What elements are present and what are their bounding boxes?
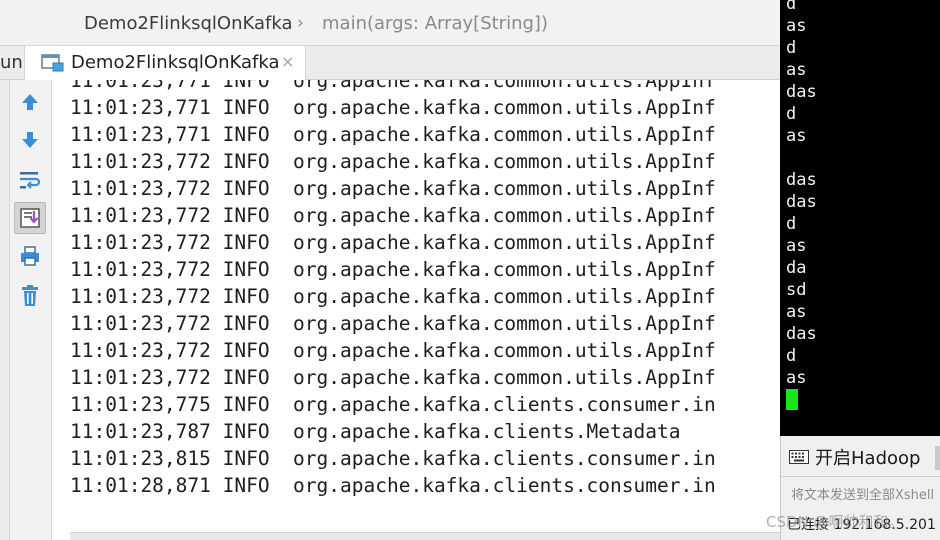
log-line: 11:01:23,772 INFO org.apache.kafka.commo… [70,312,716,335]
log-line: 11:01:23,772 INFO org.apache.kafka.commo… [70,231,716,254]
log-line: 11:01:23,772 INFO org.apache.kafka.commo… [70,150,716,173]
arrow-up-icon[interactable] [14,86,46,118]
send-to-all-input[interactable]: 将文本发送到全部Xshell [791,484,934,503]
xshell-bottom-bar: 开启Hadoop 将文本发送到全部Xshell 已连接 192.168.5.20… [780,436,940,540]
run-config-icon [41,54,64,72]
terminal-line: das [786,192,817,212]
log-line: 11:01:23,775 INFO org.apache.kafka.clien… [70,393,716,416]
log-line: 11:01:23,771 INFO org.apache.kafka.commo… [70,123,716,146]
breadcrumb-method[interactable]: main(args: Array[String]) [322,13,548,34]
breadcrumb-separator: › [297,13,304,33]
console-output[interactable]: 11:01:23,771 INFO org.apache.kafka.commo… [52,80,780,540]
log-line: 11:01:23,787 INFO org.apache.kafka.clien… [70,420,681,443]
divider [781,476,940,477]
run-tab[interactable]: Demo2FlinksqlOnKafka × [24,46,306,80]
terminal-line: as [786,236,807,256]
terminal-line: d [786,38,797,58]
terminal-line: sd [786,280,807,300]
terminal-line: d [786,346,797,366]
trash-icon[interactable] [14,280,46,312]
breadcrumb: Demo2FlinksqlOnKafka › main(args: Array[… [0,0,780,46]
log-line: 11:01:28,871 INFO org.apache.kafka.clien… [70,474,716,497]
terminal-line: das [786,170,817,190]
log-line: 11:01:23,772 INFO org.apache.kafka.commo… [70,366,716,389]
log-line: 11:01:23,772 INFO org.apache.kafka.commo… [70,258,716,281]
run-tab-title: Demo2FlinksqlOnKafka [71,52,280,73]
terminal-line: d [786,104,797,124]
soft-wrap-icon[interactable] [14,164,46,196]
terminal-line: as [786,16,807,36]
log-line: 11:01:23,815 INFO org.apache.kafka.clien… [70,447,716,470]
arrow-down-icon[interactable] [14,124,46,156]
session-hadoop-label: 开启Hadoop [815,448,921,469]
log-line: 11:01:23,772 INFO org.apache.kafka.commo… [70,177,716,200]
terminal-lines: d as d as das d as das das d as da sd as… [786,0,817,410]
log-line: 11:01:23,771 INFO org.apache.kafka.commo… [70,80,716,92]
terminal-line: das [786,324,817,344]
run-toolbar: un: Demo2FlinksqlOnKafka × [0,46,780,80]
session-hadoop-button[interactable]: 开启Hadoop [789,444,920,470]
print-icon[interactable] [14,240,46,272]
horizontal-scrollbar[interactable] [70,532,780,540]
log-line: 11:01:23,772 INFO org.apache.kafka.commo… [70,285,716,308]
terminal-line: d [786,0,797,14]
scroll-to-end-icon[interactable] [14,202,46,234]
log-line: 11:01:23,771 INFO org.apache.kafka.commo… [70,96,716,119]
connection-status: 已连接 192.168.5.201 [787,517,936,533]
close-icon[interactable]: × [281,52,294,71]
left-gutter [0,80,10,540]
log-line: 11:01:23,772 INFO org.apache.kafka.commo… [70,339,716,362]
terminal-cursor [786,389,798,410]
log-lines: 11:01:23,771 INFO org.apache.kafka.commo… [70,80,716,499]
terminal-line: as [786,60,807,80]
terminal-line: as [786,368,807,388]
breadcrumb-file[interactable]: Demo2FlinksqlOnKafka [84,13,293,34]
session-bar-scroll[interactable] [935,446,940,470]
terminal-line: d [786,214,797,234]
terminal-output[interactable]: d as d as das d as das das d as da sd as… [780,0,940,436]
console-toolstrip [10,80,52,540]
terminal-line: das [786,82,817,102]
terminal-line: as [786,126,807,146]
terminal-line: as [786,302,807,322]
log-line: 11:01:23,772 INFO org.apache.kafka.commo… [70,204,716,227]
keyboard-icon [789,450,809,464]
terminal-line: da [786,258,807,278]
